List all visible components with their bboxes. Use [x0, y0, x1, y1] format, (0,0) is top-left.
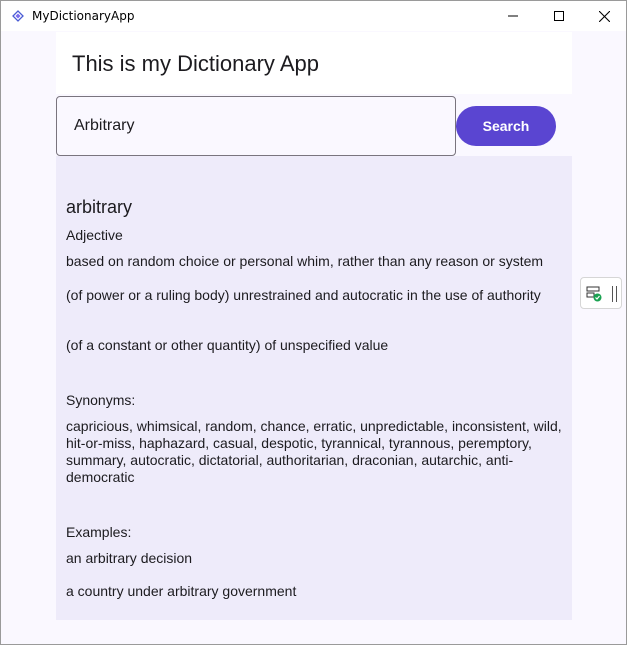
minimize-icon: [508, 15, 518, 17]
part-of-speech: Adjective: [66, 227, 123, 243]
app-header: This is my Dictionary App: [56, 32, 572, 94]
app-window: MyDictionaryApp This is my Dictionary Ap…: [0, 0, 627, 645]
search-button[interactable]: Search: [456, 106, 556, 146]
minimize-button[interactable]: [490, 1, 536, 31]
title-bar[interactable]: MyDictionaryApp: [1, 1, 626, 31]
close-icon: [598, 10, 610, 22]
result-panel: arbitrary Adjective based on random choi…: [56, 156, 572, 620]
search-input[interactable]: [56, 96, 456, 156]
result-word: arbitrary: [66, 197, 133, 217]
maximize-button[interactable]: [536, 1, 582, 31]
maximize-icon: [554, 11, 564, 21]
live-visual-tree-icon[interactable]: [586, 286, 602, 302]
definition-item: based on random choice or personal whim,…: [66, 253, 544, 269]
close-button[interactable]: [581, 1, 626, 31]
toolbar-grip-handle[interactable]: [612, 286, 617, 302]
app-logo-icon: [12, 10, 24, 22]
example-item: a country under arbitrary government: [66, 583, 297, 599]
window-title: MyDictionaryApp: [32, 9, 135, 23]
synonyms-list: capricious, whimsical, random, chance, e…: [66, 418, 562, 485]
definition-item: (of power or a ruling body) unrestrained…: [66, 287, 541, 303]
live-visual-tree-toolbar[interactable]: [580, 277, 622, 309]
example-item: an arbitrary decision: [66, 550, 193, 566]
definition-item: (of a constant or other quantity) of uns…: [66, 337, 389, 353]
synonyms-heading: Synonyms:: [66, 392, 136, 408]
page-title: This is my Dictionary App: [72, 51, 319, 76]
main-content: This is my Dictionary App Search arbitra…: [56, 32, 572, 620]
examples-heading: Examples:: [66, 524, 132, 540]
